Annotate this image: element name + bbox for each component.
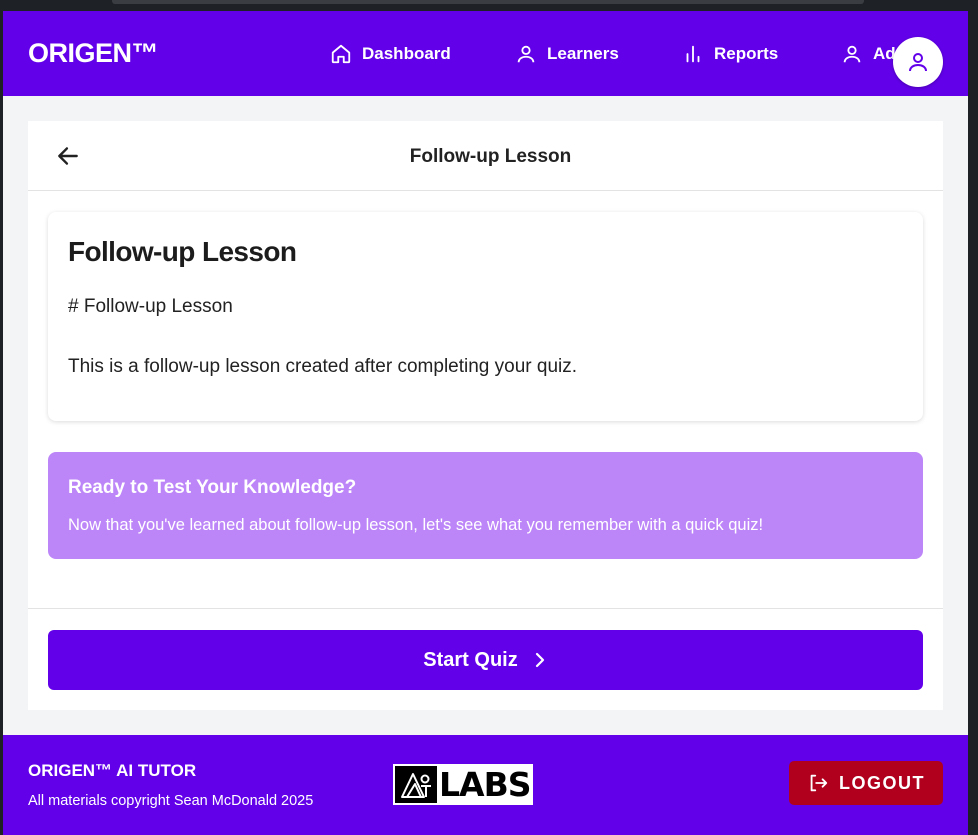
nav-learners-label: Learners <box>547 44 619 63</box>
lesson-text-line: This is a follow-up lesson created after… <box>68 356 578 377</box>
footer-copyright: All materials copyright Sean McDonald 20… <box>28 793 314 809</box>
footer-title: ORIGEN™ AI TUTOR <box>28 761 197 780</box>
browser-scroll-indicator <box>112 0 864 4</box>
browser-top-strip <box>0 0 978 11</box>
home-icon <box>331 44 351 64</box>
brand-logo[interactable]: ORIGEN™ <box>28 38 159 69</box>
page-title: Follow-up Lesson <box>409 146 572 167</box>
lesson-text-line: # Follow-up Lesson <box>68 296 233 317</box>
logout-button[interactable]: LOGOUT <box>789 761 943 805</box>
quiz-callout: Ready to Test Your Knowledge? Now that y… <box>48 452 923 559</box>
bar-chart-icon <box>686 45 700 63</box>
labs-logo: LABS <box>393 764 533 805</box>
top-navbar: ORIGEN™ Dashboard Learners Reports Ad <box>3 11 968 96</box>
labs-mark-icon <box>395 766 437 803</box>
nav-reports-label: Reports <box>714 44 779 63</box>
start-quiz-label: Start Quiz <box>423 648 518 671</box>
panel-header: Follow-up Lesson <box>28 121 943 191</box>
lesson-panel: Follow-up Lesson Follow-up Lesson # Foll… <box>28 121 943 710</box>
lesson-title: Follow-up Lesson <box>68 236 297 267</box>
user-icon <box>909 53 927 72</box>
nav-reports[interactable]: Reports <box>682 42 778 66</box>
start-quiz-button[interactable]: Start Quiz <box>48 630 923 690</box>
lesson-content-card: Follow-up Lesson # Follow-up Lesson This… <box>48 212 923 421</box>
callout-title: Ready to Test Your Knowledge? <box>68 477 357 498</box>
user-icon <box>517 45 535 63</box>
divider <box>28 608 943 609</box>
nav-dashboard-label: Dashboard <box>362 44 451 63</box>
logout-label: LOGOUT <box>839 772 925 793</box>
user-icon <box>843 45 861 63</box>
logout-icon <box>810 774 828 792</box>
nav-admin[interactable]: Ad <box>841 42 896 66</box>
profile-avatar-button[interactable] <box>893 37 943 87</box>
nav-learners[interactable]: Learners <box>515 42 619 66</box>
window-edge <box>968 11 978 835</box>
footer: ORIGEN™ AI TUTOR All materials copyright… <box>3 735 968 835</box>
labs-logo-text: LABS <box>439 765 531 804</box>
nav-dashboard[interactable]: Dashboard <box>330 42 451 66</box>
callout-text: Now that you've learned about follow-up … <box>68 516 764 534</box>
chevron-right-icon <box>535 652 544 668</box>
app-window: ORIGEN™ Dashboard Learners Reports Ad Fo… <box>3 11 968 835</box>
